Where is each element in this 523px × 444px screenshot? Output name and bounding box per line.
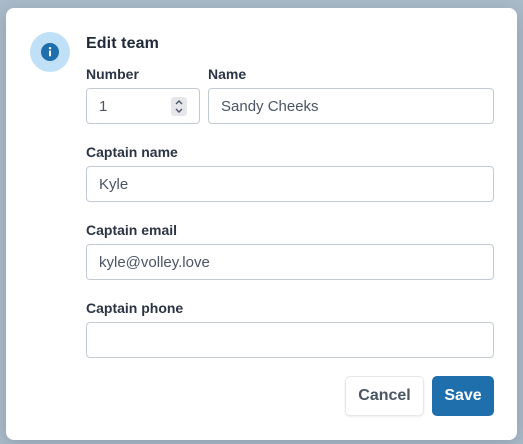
info-icon [40,42,60,62]
captain-email-label: Captain email [86,222,178,238]
captain-email-input[interactable] [87,245,493,279]
info-icon-badge [30,32,70,72]
chevron-down-icon[interactable] [174,107,184,114]
captain-phone-label: Captain phone [86,300,184,316]
number-field [86,88,200,124]
edit-team-dialog: Edit team Number Name Captain name Capta… [6,8,517,440]
save-button[interactable]: Save [432,376,494,416]
name-label: Name [208,66,247,82]
number-stepper[interactable] [171,97,187,116]
captain-phone-field [86,322,494,358]
name-input[interactable] [209,89,493,123]
dialog-title: Edit team [86,35,159,52]
cancel-button[interactable]: Cancel [345,376,424,416]
captain-name-label: Captain name [86,144,178,160]
number-label: Number [86,66,139,82]
captain-name-field [86,166,494,202]
captain-name-input[interactable] [87,167,493,201]
name-field [208,88,494,124]
captain-phone-input[interactable] [87,323,493,357]
captain-email-field [86,244,494,280]
chevron-up-icon[interactable] [174,99,184,106]
